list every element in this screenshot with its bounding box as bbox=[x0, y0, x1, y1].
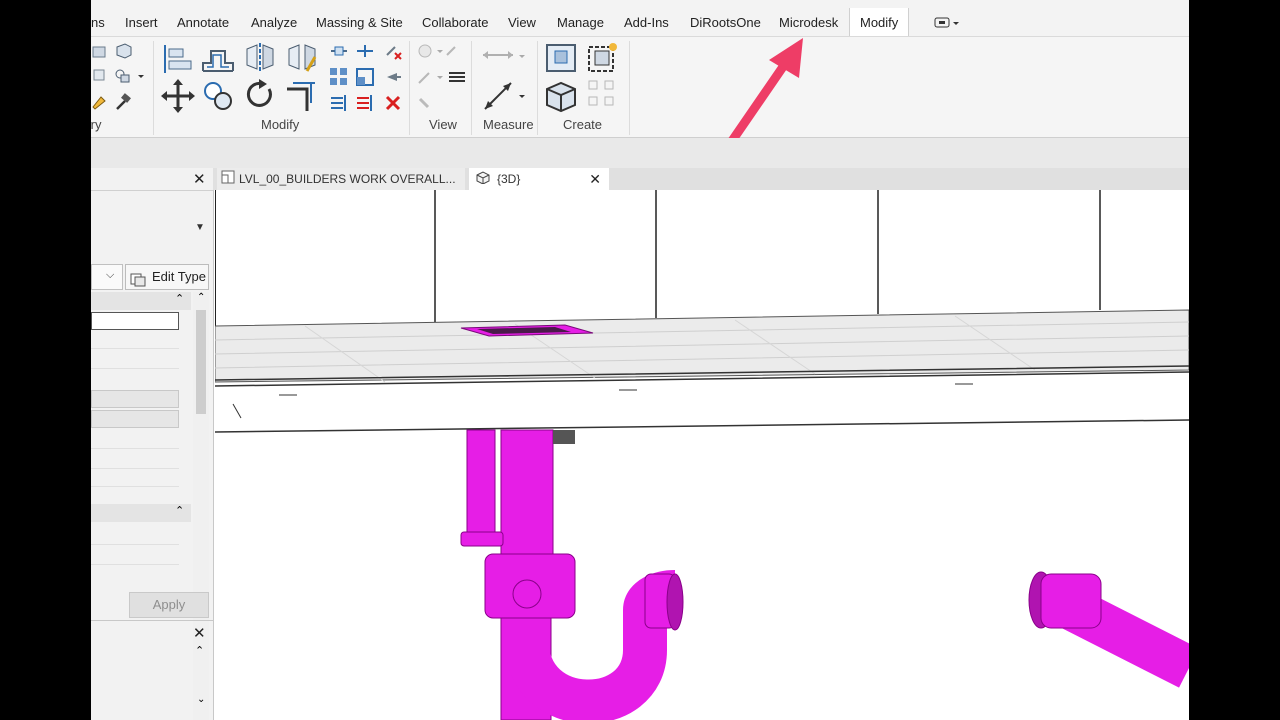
paint-icon[interactable] bbox=[91, 93, 109, 111]
modify-group-label: Modify bbox=[261, 117, 300, 132]
constraints-header[interactable]: ⌃ bbox=[91, 292, 191, 310]
edit-type-label: Edit Type bbox=[152, 269, 206, 284]
panel-options-dropdown[interactable] bbox=[933, 8, 961, 38]
scale-icon[interactable] bbox=[355, 67, 375, 87]
tab-manage[interactable]: Manage bbox=[557, 8, 604, 38]
offset-icon[interactable] bbox=[201, 45, 235, 75]
cope-icon[interactable] bbox=[91, 43, 111, 63]
pin-icon[interactable] bbox=[383, 67, 403, 87]
ribbon-tab-bar: ns Insert Annotate Analyze Massing & Sit… bbox=[91, 8, 1189, 38]
revit-window: ns Insert Annotate Analyze Massing & Sit… bbox=[91, 0, 1189, 720]
close-icon[interactable]: ✕ bbox=[193, 170, 206, 188]
scroll-thumb[interactable] bbox=[196, 310, 206, 414]
floor-plan-icon bbox=[221, 169, 235, 191]
delete-icon[interactable] bbox=[383, 93, 403, 113]
move-icon[interactable] bbox=[161, 79, 195, 113]
collapse-icon: ⌃ bbox=[175, 505, 185, 517]
override-graphics-icon[interactable] bbox=[417, 69, 467, 85]
scroll-up-icon[interactable]: ⌃ bbox=[195, 644, 204, 657]
property-button-1[interactable] bbox=[91, 390, 179, 408]
collapse-icon: ⌃ bbox=[175, 293, 185, 305]
tab-lvl00-builders-work[interactable]: LVL_00_BUILDERS WORK OVERALL... bbox=[217, 168, 465, 190]
create-similar-icon[interactable] bbox=[585, 41, 621, 75]
section-header[interactable]: ⌃ bbox=[91, 504, 191, 522]
close-icon[interactable]: ✕ bbox=[193, 624, 206, 642]
tab-3d-view[interactable]: {3D} ✕ bbox=[469, 168, 609, 190]
tab-systems[interactable]: ns bbox=[91, 8, 105, 38]
geometry-group-label: try bbox=[91, 117, 102, 132]
scroll-up-icon: ⌃ bbox=[197, 292, 206, 303]
create-assembly-icon[interactable] bbox=[543, 41, 579, 75]
property-button-2[interactable] bbox=[91, 410, 179, 428]
scroll-down-icon: ⌄ bbox=[197, 694, 206, 705]
tab-modify[interactable]: Modify bbox=[849, 8, 910, 38]
tab-insert[interactable]: Insert bbox=[125, 8, 158, 38]
close-icon[interactable]: ✕ bbox=[589, 168, 601, 190]
3d-view-icon bbox=[475, 169, 491, 191]
properties-panel: ✕ ▼ ⌵ Edit Type ⌃ ⌃ ⌄ ⌃ Apply ✕ ⌃ bbox=[91, 168, 214, 720]
view-group-label: View bbox=[429, 117, 457, 132]
create-group-label: Create bbox=[563, 117, 603, 132]
3d-viewport[interactable] bbox=[214, 190, 1189, 720]
demolish-icon[interactable] bbox=[113, 93, 133, 113]
ribbon-panel: try Modify View Measure bbox=[91, 36, 1189, 138]
apply-button[interactable]: Apply bbox=[129, 592, 209, 618]
quick-access-strip bbox=[91, 0, 1189, 8]
cut-geometry-icon[interactable] bbox=[113, 41, 133, 61]
edit-type-icon bbox=[130, 271, 148, 287]
options-bar bbox=[91, 138, 1189, 168]
trim-extend-icon[interactable] bbox=[285, 79, 319, 113]
join-icon[interactable] bbox=[91, 67, 109, 85]
array-icon[interactable] bbox=[329, 67, 349, 87]
property-value-field[interactable] bbox=[91, 312, 179, 330]
create-group-icon[interactable] bbox=[585, 77, 621, 111]
edit-type-button[interactable]: Edit Type bbox=[125, 264, 209, 290]
trim-multiple-icon[interactable] bbox=[329, 93, 349, 113]
create-parts-icon[interactable] bbox=[543, 79, 579, 113]
mirror-draw-axis-icon[interactable] bbox=[285, 41, 319, 75]
measure-icon[interactable] bbox=[481, 77, 529, 113]
align-icon[interactable] bbox=[161, 43, 195, 75]
type-selector-dropdown-icon[interactable]: ▼ bbox=[195, 222, 205, 233]
linework-icon[interactable] bbox=[417, 93, 437, 113]
tab-analyze[interactable]: Analyze bbox=[251, 8, 297, 38]
view-tab-bar: LVL_00_BUILDERS WORK OVERALL... {3D} ✕ bbox=[213, 168, 1189, 190]
copy-icon[interactable] bbox=[201, 79, 235, 113]
tab-collaborate[interactable]: Collaborate bbox=[422, 8, 489, 38]
tab-massing-site[interactable]: Massing & Site bbox=[316, 8, 403, 38]
tab-add-ins[interactable]: Add-Ins bbox=[624, 8, 669, 38]
unpin-icon[interactable] bbox=[383, 41, 403, 61]
join-dropdown-icon[interactable] bbox=[113, 67, 145, 85]
instance-filter-dropdown[interactable]: ⌵ bbox=[91, 264, 123, 290]
rotate-icon[interactable] bbox=[243, 79, 277, 113]
mirror-pick-axis-icon[interactable] bbox=[243, 41, 277, 75]
measure-group-label: Measure bbox=[483, 117, 534, 132]
split-with-gap-icon[interactable] bbox=[329, 43, 349, 59]
tab-annotate[interactable]: Annotate bbox=[177, 8, 229, 38]
chevron-down-icon: ⌵ bbox=[106, 269, 115, 281]
split-element-icon[interactable] bbox=[355, 43, 375, 59]
measure-between-icon[interactable] bbox=[481, 45, 529, 67]
trim-single-icon[interactable] bbox=[355, 93, 375, 113]
hide-element-icon[interactable] bbox=[417, 43, 461, 61]
tab-view[interactable]: View bbox=[508, 8, 536, 38]
tab-label: LVL_00_BUILDERS WORK OVERALL... bbox=[239, 172, 456, 186]
tab-label: {3D} bbox=[497, 172, 521, 186]
